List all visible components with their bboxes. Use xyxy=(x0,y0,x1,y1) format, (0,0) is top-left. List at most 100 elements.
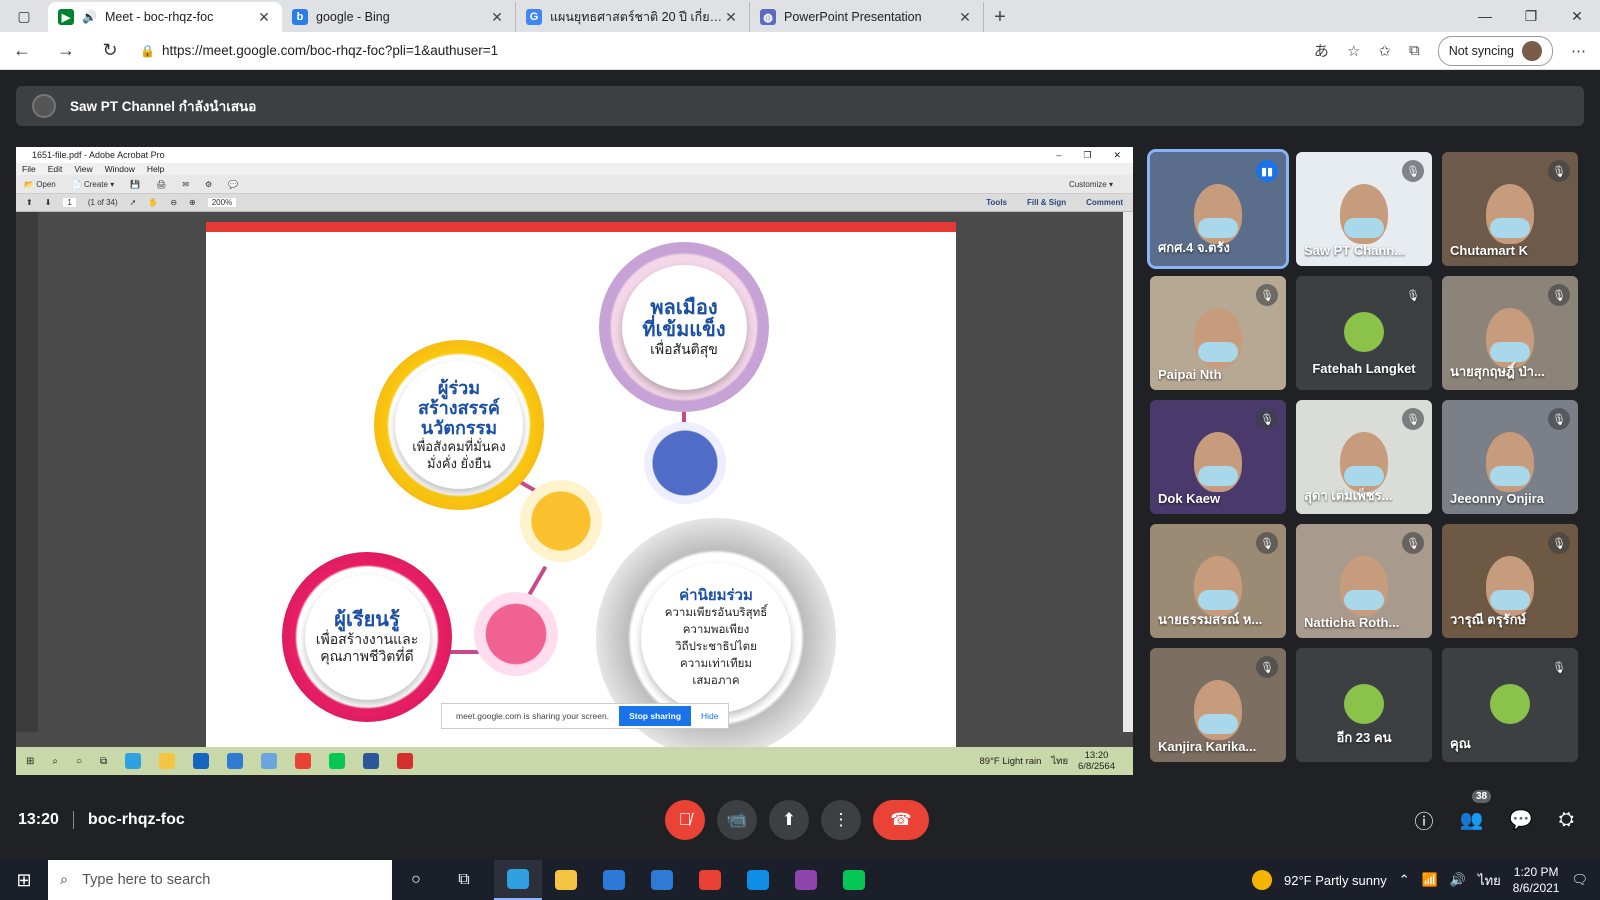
menu-window[interactable]: Window xyxy=(105,164,135,174)
comment-button[interactable]: Comment xyxy=(1086,198,1123,207)
tab-bing[interactable]: b google - Bing ✕ xyxy=(282,2,516,32)
close-icon[interactable]: ✕ xyxy=(723,9,739,26)
zoom-field[interactable]: 200% xyxy=(207,198,237,207)
favorites-icon[interactable]: ✩ xyxy=(1378,42,1391,60)
wifi-icon[interactable]: 📶 xyxy=(1422,872,1438,888)
close-window-icon[interactable]: ✕ xyxy=(1554,8,1600,25)
hide-button[interactable]: Hide xyxy=(701,711,718,721)
participant-tile[interactable]: 🎙 Jeeonny Onjira xyxy=(1442,400,1578,514)
weather-text[interactable]: 92°F Partly sunny xyxy=(1284,873,1387,888)
open-button[interactable]: 📂 Open xyxy=(24,180,56,189)
menu-help[interactable]: Help xyxy=(147,164,164,174)
select-tool-icon[interactable]: ➚ xyxy=(130,198,137,207)
create-button[interactable]: 📄 Create ▾ xyxy=(72,180,114,189)
close-icon[interactable]: ✕ xyxy=(256,9,272,26)
profile-button[interactable]: Not syncing xyxy=(1437,35,1553,66)
minimize-icon[interactable]: – xyxy=(1056,150,1061,161)
save-icon[interactable]: 💾 xyxy=(130,180,140,189)
participant-tile[interactable]: 🎙 คุณ xyxy=(1442,648,1578,762)
tab-google-search[interactable]: G แผนยุทธศาสตร์ชาติ 20 ปี เกี่ยวกับการ ✕ xyxy=(516,2,750,32)
participant-tile[interactable]: 🎙 Paipai Nth xyxy=(1150,276,1286,390)
speaker-icon[interactable]: 🔊 xyxy=(82,10,97,24)
back-icon[interactable]: ← xyxy=(0,40,44,61)
start-button[interactable]: ⊞ xyxy=(0,870,48,891)
mic-off-button[interactable]: 🎙̸ xyxy=(665,800,705,840)
present-button[interactable]: ⬆ xyxy=(769,800,809,840)
weather-icon[interactable] xyxy=(1252,870,1272,890)
participant-tile[interactable]: 🎙 Dok Kaew xyxy=(1150,400,1286,514)
url-field[interactable]: 🔒 https://meet.google.com/boc-rhqz-foc?p… xyxy=(140,37,1240,65)
email-icon[interactable]: ✉ xyxy=(182,180,189,189)
menu-file[interactable]: File xyxy=(22,164,36,174)
language-indicator[interactable]: ไทย xyxy=(1478,870,1501,891)
tab-meet[interactable]: ▶ 🔊 Meet - boc-rhqz-foc ✕ xyxy=(48,2,282,32)
taskbar-clock[interactable]: 1:20 PM 8/6/2021 xyxy=(1513,864,1560,896)
participant-tile[interactable]: 🎙 สุดา เต็มเพ็ชร... xyxy=(1296,400,1432,514)
more-options-button[interactable]: ⋮ xyxy=(821,800,861,840)
participant-tile[interactable]: 🎙 Fatehah Langket xyxy=(1296,276,1432,390)
forward-icon[interactable]: → xyxy=(44,40,88,61)
taskbar-app-chrome[interactable] xyxy=(686,860,734,900)
read-aloud-icon[interactable]: あ xyxy=(1314,40,1329,61)
menu-view[interactable]: View xyxy=(74,164,92,174)
comment-icon[interactable]: 💬 xyxy=(228,180,238,189)
stop-sharing-button[interactable]: Stop sharing xyxy=(619,706,692,726)
chat-icon[interactable]: 💬 xyxy=(1509,808,1533,832)
participant-tile[interactable]: 🎙 Saw PT Chann... xyxy=(1296,152,1432,266)
leave-call-button[interactable]: ☎ xyxy=(873,800,929,840)
customize-button[interactable]: Customize ▾ xyxy=(1069,180,1133,189)
new-tab-button[interactable]: + xyxy=(984,2,1016,32)
participant-tile[interactable]: 🎙 นายธรรมสรณ์ ห... xyxy=(1150,524,1286,638)
participant-tile[interactable]: 🎙 Chutamart K xyxy=(1442,152,1578,266)
page-number-field[interactable]: 1 xyxy=(63,198,76,207)
scrollbar[interactable] xyxy=(1123,212,1133,732)
close-icon[interactable]: ✕ xyxy=(489,9,505,26)
participant-tile[interactable]: อีก 23 คน xyxy=(1296,648,1432,762)
taskbar-app-winrar[interactable] xyxy=(782,860,830,900)
taskbar-search[interactable]: ⌕ Type here to search xyxy=(48,860,392,900)
camera-button[interactable]: 📹 xyxy=(717,800,757,840)
notifications-icon[interactable]: 🗨 xyxy=(1571,872,1588,888)
volume-icon[interactable]: 🔊 xyxy=(1450,872,1466,888)
taskbar-app-store[interactable] xyxy=(590,860,638,900)
collections-icon[interactable]: ⧉ xyxy=(1409,42,1420,59)
taskbar-app-edge[interactable] xyxy=(494,860,542,900)
next-page-icon[interactable]: ⬇ xyxy=(45,198,52,207)
close-icon[interactable]: ✕ xyxy=(1113,150,1121,161)
zoom-out-icon[interactable]: ⊖ xyxy=(170,198,177,207)
people-button[interactable]: 👥 38 xyxy=(1459,790,1492,832)
lock-icon[interactable]: 🔒 xyxy=(140,44,162,58)
taskbar-app-teamviewer[interactable] xyxy=(734,860,782,900)
taskbar-app-mail[interactable] xyxy=(638,860,686,900)
taskbar-app-file-explorer[interactable] xyxy=(542,860,590,900)
tab-powerpoint[interactable]: ◍ PowerPoint Presentation ✕ xyxy=(750,2,984,32)
participant-tile[interactable]: 🎙 วารุณี ตรุรักษ์ xyxy=(1442,524,1578,638)
close-icon[interactable]: ✕ xyxy=(957,9,973,26)
participant-tile[interactable]: 🎙 Kanjira Karika... xyxy=(1150,648,1286,762)
favorite-add-icon[interactable]: ☆ xyxy=(1347,42,1360,60)
tab-actions-icon[interactable]: ▢ xyxy=(0,0,48,32)
restore-icon[interactable]: ❐ xyxy=(1508,8,1554,25)
prev-page-icon[interactable]: ⬆ xyxy=(26,198,33,207)
settings-icon[interactable]: ⚙ xyxy=(205,180,212,189)
chevron-up-icon[interactable]: ⌃ xyxy=(1399,872,1410,888)
taskbar-app-line[interactable] xyxy=(830,860,878,900)
participant-tile[interactable]: 🎙 Natticha Roth... xyxy=(1296,524,1432,638)
activities-icon[interactable]: ⛭ xyxy=(1559,809,1574,831)
fill-sign-button[interactable]: Fill & Sign xyxy=(1027,198,1066,207)
minimize-icon[interactable]: — xyxy=(1462,8,1508,24)
more-icon[interactable]: ⋯ xyxy=(1571,42,1586,60)
hand-tool-icon[interactable]: ✋ xyxy=(148,198,158,207)
tools-button[interactable]: Tools xyxy=(986,198,1007,207)
participant-tile[interactable]: 🎙 นายสุกฤษฎิ์ ป่า... xyxy=(1442,276,1578,390)
menu-edit[interactable]: Edit xyxy=(48,164,63,174)
cortana-button[interactable]: ○ xyxy=(392,860,440,900)
restore-icon[interactable]: ❐ xyxy=(1083,150,1091,161)
print-icon[interactable]: 🖨 xyxy=(156,180,166,189)
task-view-button[interactable]: ⧉ xyxy=(440,860,488,900)
acrobat-left-pane[interactable] xyxy=(16,212,38,732)
zoom-in-icon[interactable]: ⊕ xyxy=(189,198,196,207)
participant-tile[interactable]: ▮▮ ศกศ.4 จ.ตรัง xyxy=(1147,149,1289,269)
info-icon[interactable]: ⓘ xyxy=(1414,807,1433,834)
reload-icon[interactable]: ↻ xyxy=(88,40,132,61)
